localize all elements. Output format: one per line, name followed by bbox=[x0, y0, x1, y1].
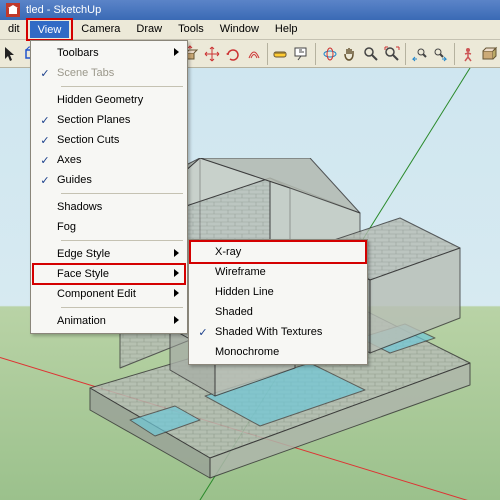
menu-edge-style[interactable]: Edge Style bbox=[33, 244, 185, 264]
app-icon bbox=[6, 3, 20, 17]
menu-section-planes[interactable]: Section Planes bbox=[33, 110, 185, 130]
next-view-icon[interactable] bbox=[431, 43, 450, 65]
menu-help[interactable]: Help bbox=[267, 20, 306, 39]
submenu-shaded-textures[interactable]: Shaded With Textures bbox=[191, 322, 365, 342]
window-title: tled - SketchUp bbox=[26, 4, 101, 16]
submenu-arrow-icon bbox=[173, 288, 181, 301]
menu-face-style[interactable]: Face Style bbox=[33, 264, 185, 284]
menu-hidden-geometry[interactable]: Hidden Geometry bbox=[33, 90, 185, 110]
face-style-submenu[interactable]: X-ray Wireframe Hidden Line Shaded Shade… bbox=[188, 239, 368, 365]
submenu-arrow-icon bbox=[173, 47, 181, 60]
submenu-arrow-icon bbox=[173, 315, 181, 328]
menu-separator bbox=[61, 240, 183, 241]
menu-component-edit[interactable]: Component Edit bbox=[33, 284, 185, 304]
menu-camera[interactable]: Camera bbox=[73, 20, 128, 39]
orbit-icon[interactable] bbox=[320, 43, 339, 65]
zoom-icon[interactable] bbox=[362, 43, 381, 65]
submenu-monochrome[interactable]: Monochrome bbox=[191, 342, 365, 362]
menu-draw[interactable]: Draw bbox=[128, 20, 170, 39]
tape-measure-icon[interactable] bbox=[272, 43, 291, 65]
menu-axes[interactable]: Axes bbox=[33, 150, 185, 170]
menu-fog[interactable]: Fog bbox=[33, 217, 185, 237]
view-dropdown[interactable]: Toolbars Scene Tabs Hidden Geometry Sect… bbox=[30, 40, 188, 334]
menu-guides[interactable]: Guides bbox=[33, 170, 185, 190]
menu-window[interactable]: Window bbox=[212, 20, 267, 39]
menu-shadows[interactable]: Shadows bbox=[33, 197, 185, 217]
person-icon[interactable] bbox=[458, 43, 477, 65]
offset-icon[interactable] bbox=[244, 43, 263, 65]
menu-view[interactable]: View bbox=[30, 21, 70, 38]
menu-section-cuts[interactable]: Section Cuts bbox=[33, 130, 185, 150]
check-icon bbox=[33, 174, 57, 187]
menubar[interactable]: dit View Camera Draw Tools Window Help bbox=[0, 20, 500, 40]
get-models-icon[interactable] bbox=[479, 43, 498, 65]
submenu-shaded[interactable]: Shaded bbox=[191, 302, 365, 322]
menu-separator bbox=[61, 193, 183, 194]
submenu-arrow-icon bbox=[173, 248, 181, 261]
move-icon[interactable] bbox=[203, 43, 222, 65]
check-icon bbox=[33, 134, 57, 147]
toolbar-separator bbox=[315, 43, 316, 65]
toolbar-separator bbox=[267, 43, 268, 65]
check-icon bbox=[33, 67, 57, 80]
zoom-extents-icon[interactable] bbox=[382, 43, 401, 65]
submenu-wireframe[interactable]: Wireframe bbox=[191, 262, 365, 282]
menu-tools[interactable]: Tools bbox=[170, 20, 212, 39]
submenu-hidden-line[interactable]: Hidden Line bbox=[191, 282, 365, 302]
menu-separator bbox=[61, 86, 183, 87]
highlight-view-menu: View bbox=[26, 18, 74, 41]
prev-view-icon[interactable] bbox=[410, 43, 429, 65]
menu-toolbars[interactable]: Toolbars bbox=[33, 43, 185, 63]
check-icon bbox=[33, 114, 57, 127]
menu-scene-tabs: Scene Tabs bbox=[33, 63, 185, 83]
menu-separator bbox=[61, 307, 183, 308]
text-icon[interactable] bbox=[293, 43, 312, 65]
toolbar-separator bbox=[454, 43, 455, 65]
toolbar-separator bbox=[405, 43, 406, 65]
rotate-icon[interactable] bbox=[223, 43, 242, 65]
pan-icon[interactable] bbox=[341, 43, 360, 65]
check-icon bbox=[191, 326, 215, 339]
check-icon bbox=[33, 154, 57, 167]
submenu-arrow-icon bbox=[173, 268, 181, 281]
menu-edit[interactable]: dit bbox=[0, 20, 28, 39]
titlebar: tled - SketchUp bbox=[0, 0, 500, 20]
select-arrow-icon[interactable] bbox=[2, 43, 21, 65]
menu-animation[interactable]: Animation bbox=[33, 311, 185, 331]
submenu-xray[interactable]: X-ray bbox=[191, 242, 365, 262]
